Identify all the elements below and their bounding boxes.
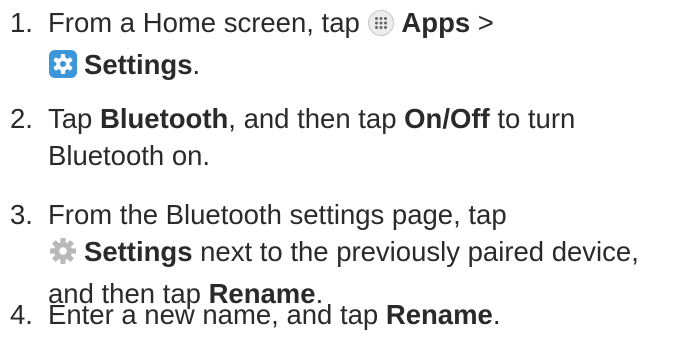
step-line: Settings. xyxy=(48,46,668,88)
step-4: 4. Enter a new name, and tap Rename. xyxy=(10,296,668,333)
step-1: 1. From a Home screen, tap Apps > Settin… xyxy=(10,4,668,88)
settings-gear-blue-icon xyxy=(48,49,78,88)
step-text-segment: Enter a new name, and tap xyxy=(48,299,386,330)
step-line: Enter a new name, and tap Rename. xyxy=(48,296,668,333)
apps-grid-icon xyxy=(367,9,395,46)
step-2: 2. Tap Bluetooth, and then tap On/Off to… xyxy=(10,100,668,174)
instruction-steps: 1. From a Home screen, tap Apps > Settin… xyxy=(0,0,676,348)
step-line: Bluetooth on. xyxy=(48,137,668,174)
step-text-segment: . xyxy=(492,299,501,330)
step-number: 3. xyxy=(10,199,33,230)
step-text: From the Bluetooth settings page, tap Se… xyxy=(48,196,668,312)
step-line: Tap Bluetooth, and then tap On/Off to tu… xyxy=(48,100,668,137)
step-text: Tap Bluetooth, and then tap On/Off to tu… xyxy=(48,100,668,174)
step-line: From the Bluetooth settings page, tap xyxy=(48,196,668,233)
step-text-segment: , and then tap xyxy=(228,103,405,134)
bold-term: Rename xyxy=(385,299,493,330)
bold-term: On/Off xyxy=(404,103,490,134)
step-number: 4. xyxy=(10,299,33,330)
step-number: 2. xyxy=(10,103,33,134)
step-3: 3. From the Bluetooth settings page, tap… xyxy=(10,196,668,312)
bold-term: Settings xyxy=(84,49,193,80)
step-text-segment: to turn xyxy=(489,103,576,134)
step-text-segment: Tap xyxy=(48,103,100,134)
bold-term: Bluetooth xyxy=(99,103,229,134)
step-text-segment: . xyxy=(192,49,201,80)
settings-gear-gray-icon xyxy=(48,236,78,275)
step-text: Enter a new name, and tap Rename. xyxy=(48,296,668,333)
bold-term: Settings xyxy=(84,236,193,267)
step-text: From a Home screen, tap Apps > Settings. xyxy=(48,4,668,88)
step-number: 1. xyxy=(10,7,33,38)
step-text-segment: From the Bluetooth settings page, tap xyxy=(48,199,507,230)
bold-term: Apps xyxy=(401,7,471,38)
step-text-segment: next to the previously paired device, xyxy=(192,236,639,267)
step-text-segment: From a Home screen, tap xyxy=(48,7,360,38)
step-line: From a Home screen, tap Apps > xyxy=(48,4,668,46)
step-text-segment: > xyxy=(470,7,494,38)
step-line: Settings next to the previously paired d… xyxy=(48,233,668,275)
step-text-segment: Bluetooth on. xyxy=(48,140,211,171)
